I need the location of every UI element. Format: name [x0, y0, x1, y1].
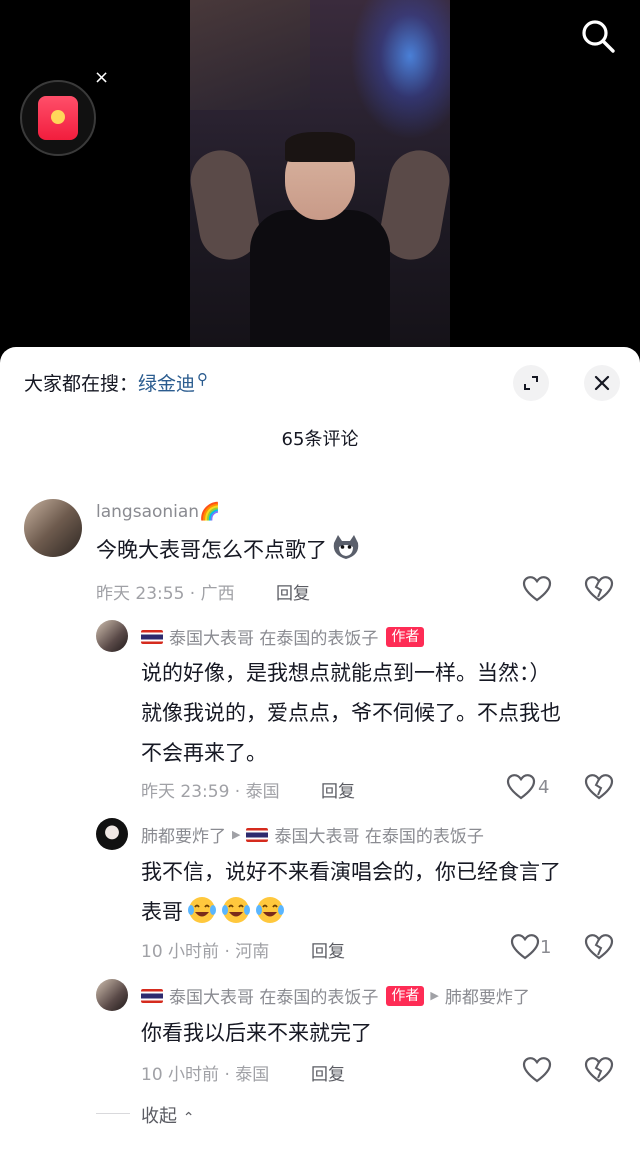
comment-text: 说的好像，是我想点就能点到一样。当然：） 就像我说的，爱点点，爷不伺候了。不点我… [141, 653, 561, 773]
hot-search-bar[interactable]: 大家都在搜： 绿金迪 ⚲ [24, 369, 208, 396]
username-text: 泰国大表哥 在泰国的表饭子 [169, 629, 379, 649]
person-hair [285, 132, 355, 162]
comment-username[interactable]: 泰国大表哥 在泰国的表饭子 作者 ▶ 肺都要炸了 [141, 983, 530, 1008]
like-count: 4 [538, 777, 550, 798]
like-count: 1 [540, 937, 552, 958]
video-area[interactable]: × [0, 0, 640, 350]
comment-text-line: 我不信，说好不来看演唱会的，你已经食言了 [141, 860, 561, 884]
reply-button[interactable]: 回复 [321, 777, 355, 802]
laugh-cry-emoji [222, 897, 250, 923]
reply-button[interactable]: 回复 [276, 579, 310, 604]
comment-text-content: 今晚大表哥怎么不点歌了 [96, 538, 327, 562]
broken-heart-icon[interactable] [584, 575, 614, 603]
author-badge: 作者 [386, 626, 425, 647]
thailand-flag-icon [141, 629, 163, 644]
stage-background [190, 0, 310, 110]
expand-icon [524, 376, 538, 390]
search-small-icon: ⚲ [197, 369, 209, 388]
comment-text-line: 就像我说的，爱点点，爷不伺候了。不点我也 [141, 701, 561, 725]
comment-meta: 昨天 23:55 · 广西 [96, 584, 235, 604]
chevron-up-icon: ⌃ [182, 1110, 195, 1126]
reply-to-username[interactable]: 肺都要炸了 [445, 983, 530, 1008]
heart-icon[interactable] [506, 773, 536, 801]
close-button[interactable] [584, 365, 620, 401]
thailand-flag-icon [246, 827, 269, 842]
comment-count-title: 65条评论 [281, 429, 359, 450]
comment-text-line: 说的好像，是我想点就能点到一样。当然：） [141, 661, 551, 685]
comment-username[interactable]: 肺都要炸了 ▶ 泰国大表哥 在泰国的表饭子 [141, 822, 484, 847]
expand-button[interactable] [513, 365, 549, 401]
heart-icon[interactable] [510, 933, 540, 961]
username-text: 肺都要炸了 [141, 827, 226, 847]
comment-username[interactable]: 泰国大表哥 在泰国的表饭子 作者 [141, 624, 425, 649]
search-icon[interactable] [580, 18, 616, 54]
hot-search-prefix: 大家都在搜： [24, 373, 139, 395]
laugh-cry-emoji [256, 897, 284, 923]
thailand-flag-icon [141, 988, 163, 1003]
broken-heart-icon[interactable] [584, 933, 614, 961]
reply-arrow-icon: ▶ [430, 989, 439, 1002]
comment-text-line: 不会再来了。 [141, 741, 267, 765]
stage-lights [350, 0, 450, 140]
reply-button[interactable]: 回复 [311, 937, 345, 962]
comment-username[interactable]: langsaonian🌈 [96, 502, 220, 522]
red-packet-close-icon[interactable]: × [94, 69, 109, 87]
red-packet-button[interactable] [20, 80, 96, 156]
comment-text: 今晚大表哥怎么不点歌了 [96, 530, 361, 570]
avatar[interactable] [96, 620, 128, 652]
collapse-divider [96, 1113, 130, 1114]
comment-text: 我不信，说好不来看演唱会的，你已经食言了 表哥 [141, 852, 561, 932]
username-text: 泰国大表哥 在泰国的表饭子 [169, 988, 379, 1008]
comment-meta: 10 小时前 · 河南 [141, 942, 270, 962]
video-frame[interactable] [190, 0, 450, 350]
comment-meta: 昨天 23:59 · 泰国 [141, 782, 280, 802]
person-body [250, 210, 390, 350]
author-badge: 作者 [386, 985, 425, 1006]
collapse-button[interactable]: 收起 ⌃ [141, 1102, 194, 1128]
heart-icon[interactable] [522, 575, 552, 603]
reply-to-username[interactable]: 泰国大表哥 在泰国的表饭子 [274, 822, 483, 847]
collapse-label: 收起 [141, 1106, 177, 1127]
close-icon [594, 375, 610, 391]
broken-heart-icon[interactable] [584, 1056, 614, 1084]
red-packet-icon [38, 96, 78, 140]
comment-text: 你看我以后来不来就完了 [141, 1021, 372, 1045]
cat-emoji [333, 535, 359, 559]
reply-button[interactable]: 回复 [311, 1060, 345, 1085]
heart-icon[interactable] [522, 1056, 552, 1084]
comment-sheet: 大家都在搜： 绿金迪 ⚲ 65条评论 langsaonian🌈 今晚大表哥怎么不… [0, 347, 640, 1150]
laugh-cry-emoji [188, 897, 216, 923]
avatar[interactable] [96, 818, 128, 850]
comment-text-line: 表哥 [141, 892, 561, 932]
hot-search-term[interactable]: 绿金迪 [138, 369, 195, 396]
avatar[interactable] [96, 979, 128, 1011]
comment-meta: 10 小时前 · 泰国 [141, 1065, 270, 1085]
broken-heart-icon[interactable] [584, 773, 614, 801]
reply-arrow-icon: ▶ [232, 828, 241, 841]
avatar[interactable] [24, 499, 82, 557]
